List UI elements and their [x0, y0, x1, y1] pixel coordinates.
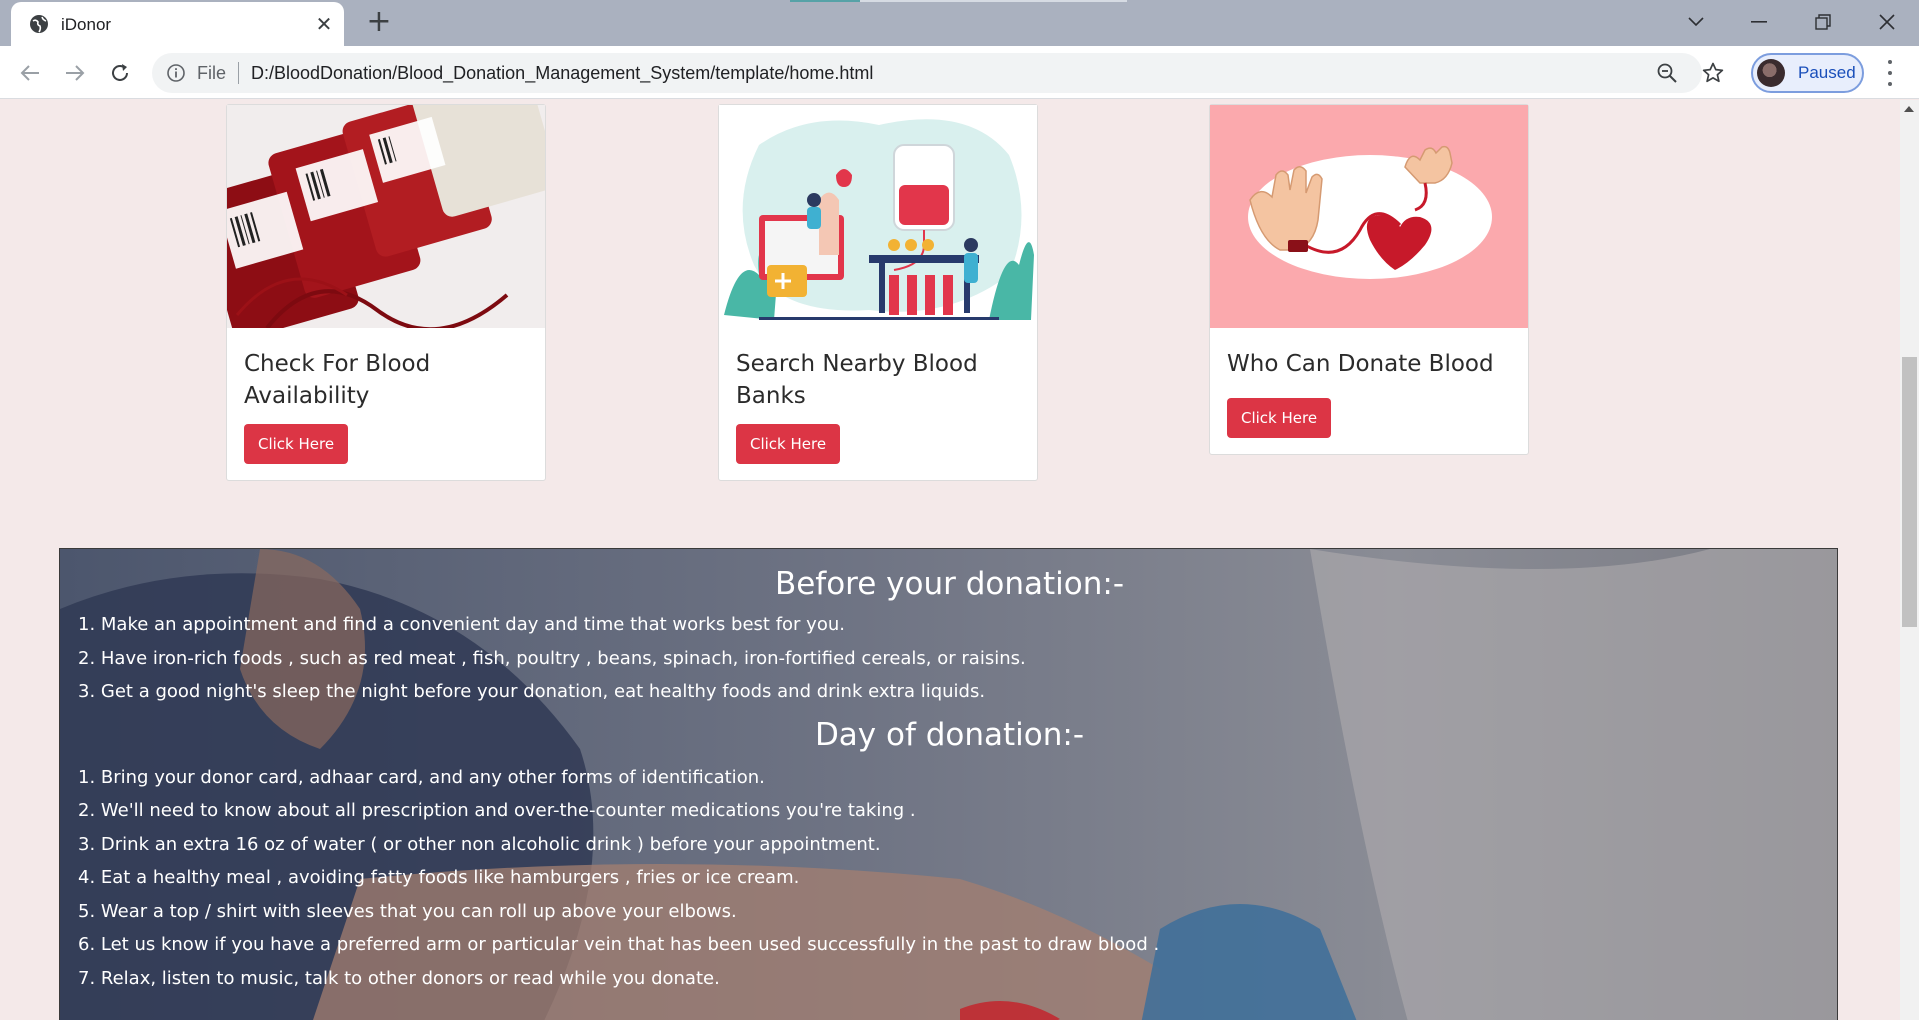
list-item: 4. Eat a healthy meal , avoiding fatty f…: [78, 867, 800, 888]
scroll-thumb[interactable]: [1902, 357, 1917, 627]
list-item: 2. Have iron-rich foods , such as red me…: [78, 647, 1026, 669]
list-item: 1. Make an appointment and find a conven…: [78, 614, 845, 635]
list-item: 1. Bring your donor card, adhaar card, a…: [78, 766, 765, 788]
loading-track: [860, 0, 1127, 2]
card-title: Check For Blood Availability: [244, 351, 431, 409]
donation-guidelines-section: Before your donation:- 1. Make an appoin…: [59, 548, 1838, 1020]
list-item: 5. Wear a top / shirt with sleeves that …: [78, 900, 737, 922]
day-of-donation-list: 1. Bring your donor card, adhaar card, a…: [78, 761, 1821, 996]
close-window-icon[interactable]: [1869, 6, 1905, 38]
minimize-icon[interactable]: [1741, 6, 1777, 38]
list-item: 2. We'll need to know about all prescrip…: [78, 800, 916, 821]
browser-tab[interactable]: iDonor ✕: [11, 2, 344, 46]
address-bar[interactable]: File D:/BloodDonation/Blood_Donation_Man…: [152, 53, 1724, 93]
tab-search-icon[interactable]: [1678, 6, 1714, 38]
browser-toolbar: File D:/BloodDonation/Blood_Donation_Man…: [0, 46, 1919, 99]
blood-bags-photo: [227, 105, 545, 328]
scroll-up-arrow-icon[interactable]: [1904, 106, 1914, 112]
list-item: 3. Drink an extra 16 oz of water ( or ot…: [78, 833, 881, 855]
list-item: 7. Relax, listen to music, talk to other…: [78, 967, 720, 989]
loading-indicator: [790, 0, 860, 2]
restore-icon[interactable]: [1805, 6, 1841, 38]
check-availability-button[interactable]: Click Here: [244, 424, 349, 464]
card-title: Search Nearby Blood Banks: [736, 351, 978, 409]
avatar: [1757, 59, 1785, 87]
page-viewport: Check For Blood Availability Click Here: [0, 100, 1900, 1020]
globe-icon: [30, 15, 48, 33]
url-text[interactable]: D:/BloodDonation/Blood_Donation_Manageme…: [251, 63, 873, 84]
zoom-out-icon[interactable]: [1656, 62, 1678, 84]
blood-bank-illustration: [719, 105, 1037, 328]
profile-button[interactable]: Paused: [1751, 53, 1864, 93]
tab-strip: iDonor ✕ +: [0, 0, 1919, 46]
reload-icon[interactable]: [105, 58, 135, 88]
scheme-label: File: [197, 63, 227, 83]
back-icon[interactable]: [15, 58, 45, 88]
list-item: 6. Let us know if you have a preferred a…: [78, 934, 1160, 955]
info-icon[interactable]: [166, 63, 186, 83]
new-tab-button[interactable]: +: [364, 7, 394, 38]
before-donation-heading: Before your donation:-: [774, 566, 1125, 602]
card-blood-availability: Check For Blood Availability Click Here: [226, 104, 546, 481]
who-can-donate-button[interactable]: Click Here: [1227, 398, 1332, 438]
search-blood-banks-button[interactable]: Click Here: [736, 424, 841, 464]
donation-guidelines-text: Before your donation:- 1. Make an appoin…: [60, 549, 1837, 996]
omnibox-divider: [238, 62, 239, 84]
menu-kebab-icon[interactable]: [1880, 60, 1900, 86]
card-nearby-blood-banks: Search Nearby Blood Banks Click Here: [718, 104, 1038, 481]
forward-icon[interactable]: [60, 58, 90, 88]
profile-status: Paused: [1798, 63, 1856, 82]
card-who-can-donate: Who Can Donate Blood Click Here: [1209, 104, 1529, 455]
card-title: Who Can Donate Blood: [1227, 351, 1494, 377]
close-tab-icon[interactable]: ✕: [312, 12, 336, 36]
day-of-donation-heading: Day of donation:-: [814, 716, 1085, 753]
page-scrollbar[interactable]: [1900, 100, 1919, 1020]
hands-heart-illustration: [1210, 105, 1528, 328]
tab-title: iDonor: [61, 15, 112, 34]
list-item: 3. Get a good night's sleep the night be…: [78, 681, 986, 702]
bookmark-star-icon[interactable]: [1701, 61, 1725, 85]
before-donation-list: 1. Make an appointment and find a conven…: [78, 608, 1821, 709]
